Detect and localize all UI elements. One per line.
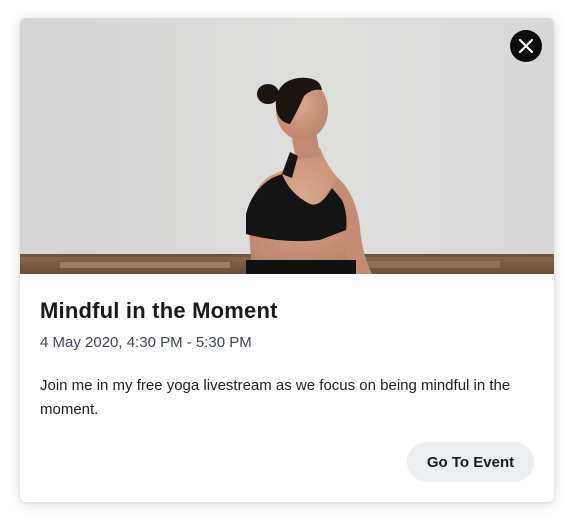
event-description: Join me in my free yoga livestream as we… [40,377,511,418]
event-card: Mindful in the Moment 4 May 2020, 4:30 P… [20,18,554,502]
go-to-event-button[interactable]: Go To Event [407,442,534,482]
event-hero-image [20,18,554,274]
yoga-photo [20,18,554,274]
close-icon [518,38,534,54]
close-button[interactable] [510,30,542,62]
event-datetime: 4 May 2020, 4:30 PM - 5:30 PM [40,334,252,351]
event-title: Mindful in the Moment [40,298,278,323]
